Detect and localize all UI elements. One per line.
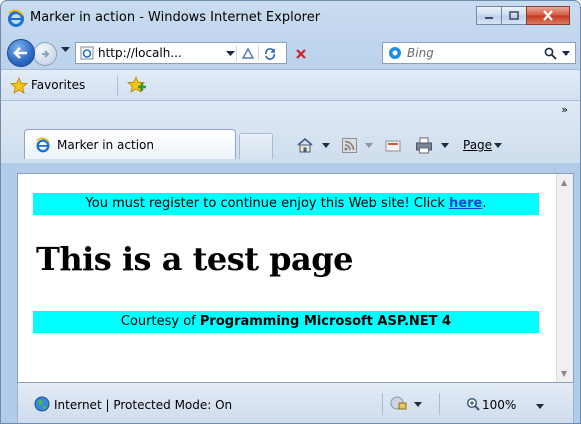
- favorites-star-icon: [10, 77, 28, 94]
- home-icon: [297, 137, 313, 152]
- zoom-level: 100%: [482, 398, 517, 412]
- page-heading: This is a test page: [36, 240, 354, 278]
- minimize-icon: [485, 16, 493, 19]
- address-dropdown-icon[interactable]: [226, 51, 235, 57]
- back-button[interactable]: [7, 39, 35, 67]
- protected-mode-settings-button[interactable]: [388, 395, 432, 413]
- print-dropdown-icon[interactable]: [441, 142, 449, 148]
- rss-feed-icon: [342, 137, 357, 153]
- zone-dropdown-icon: [414, 402, 422, 407]
- page-menu-label: Page: [463, 138, 493, 152]
- page-menu-dropdown-icon: [494, 142, 503, 148]
- address-url: http://localh...: [98, 46, 182, 60]
- refresh-button[interactable]: [258, 45, 281, 61]
- page-content: You must register to continue enjoy this…: [17, 173, 574, 383]
- scroll-up-arrow-icon[interactable]: ▲: [561, 178, 567, 187]
- navigation-bar: http://localh... Bing: [1, 35, 580, 69]
- compatibility-view-button[interactable]: [236, 45, 259, 61]
- divider: [439, 393, 440, 415]
- tab-row: Marker in action Page »: [1, 101, 580, 163]
- favorites-bar: Favorites: [1, 69, 580, 101]
- divider: [382, 393, 383, 415]
- add-to-favorites-bar-button[interactable]: [123, 73, 149, 97]
- mail-icon: [385, 140, 401, 151]
- register-notice-end: .: [482, 196, 487, 211]
- bing-logo-icon: [389, 47, 401, 59]
- recent-pages-dropdown-icon[interactable]: [61, 47, 70, 53]
- page-icon: [80, 46, 94, 60]
- tab-label: Marker in action: [57, 138, 154, 152]
- favorites-button[interactable]: Favorites: [7, 72, 111, 98]
- page-ie-icon: [36, 137, 50, 153]
- stop-button[interactable]: [289, 44, 313, 64]
- close-icon: [543, 10, 553, 21]
- register-banner: You must register to continue enjoy this…: [33, 193, 539, 215]
- courtesy-text: Courtesy of: [120, 314, 200, 329]
- toolbar-overflow-chevron-icon[interactable]: »: [561, 103, 568, 116]
- search-icon[interactable]: [544, 47, 557, 60]
- print-button[interactable]: [415, 137, 449, 154]
- minimize-button[interactable]: [476, 6, 502, 25]
- feeds-button[interactable]: [342, 137, 373, 153]
- feeds-dropdown-icon[interactable]: [365, 142, 373, 148]
- zoom-magnifier-icon: [466, 397, 480, 411]
- window-controls: [476, 6, 570, 25]
- forward-button[interactable]: [33, 42, 57, 66]
- book-title: Programming Microsoft ASP.NET 4: [199, 314, 452, 329]
- vertical-scrollbar[interactable]: ▲ ▼: [556, 174, 573, 382]
- back-arrow-icon: [13, 47, 27, 59]
- status-bar: Internet | Protected Mode: On 100%: [17, 383, 574, 423]
- browser-window: Marker in action - Windows Internet Expl…: [0, 0, 581, 424]
- favorites-label: Favorites: [31, 78, 86, 92]
- compatibility-view-icon: [241, 47, 255, 59]
- tab-marker-in-action[interactable]: Marker in action: [24, 129, 236, 159]
- security-lock-icon: [390, 396, 407, 410]
- home-dropdown-icon[interactable]: [322, 142, 330, 148]
- maximize-button[interactable]: [501, 6, 527, 25]
- register-link[interactable]: here: [449, 196, 482, 211]
- window-title: Marker in action - Windows Internet Expl…: [30, 10, 321, 25]
- search-placeholder: Bing: [407, 46, 434, 60]
- command-bar: Page: [296, 133, 510, 157]
- refresh-icon: [265, 47, 275, 60]
- stop-icon: [296, 49, 306, 59]
- add-favorite-icon: [127, 76, 146, 93]
- print-icon: [416, 137, 432, 153]
- scroll-down-arrow-icon[interactable]: ▼: [561, 369, 567, 378]
- courtesy-footer: Courtesy of Programming Microsoft ASP.NE…: [33, 311, 539, 333]
- search-field[interactable]: Bing: [382, 42, 576, 64]
- home-button[interactable]: [296, 137, 330, 154]
- maximize-icon: [509, 11, 519, 20]
- new-tab-button[interactable]: [239, 133, 273, 159]
- search-options-dropdown-icon[interactable]: [562, 51, 570, 56]
- zoom-button[interactable]: 100%: [446, 393, 556, 415]
- ie-logo-icon: [8, 9, 24, 27]
- read-mail-button[interactable]: [385, 139, 401, 152]
- divider: [117, 76, 118, 96]
- internet-zone-globe-icon: [34, 396, 50, 412]
- zoom-dropdown-icon: [536, 404, 544, 409]
- register-notice-text: You must register to continue enjoy this…: [85, 196, 449, 211]
- close-button[interactable]: [526, 6, 570, 25]
- security-zone-text[interactable]: Internet | Protected Mode: On: [54, 398, 232, 412]
- title-bar[interactable]: Marker in action - Windows Internet Expl…: [1, 1, 580, 35]
- page-menu-button[interactable]: Page: [463, 138, 503, 152]
- forward-arrow-icon: [42, 50, 50, 58]
- address-field[interactable]: http://localh...: [75, 42, 287, 64]
